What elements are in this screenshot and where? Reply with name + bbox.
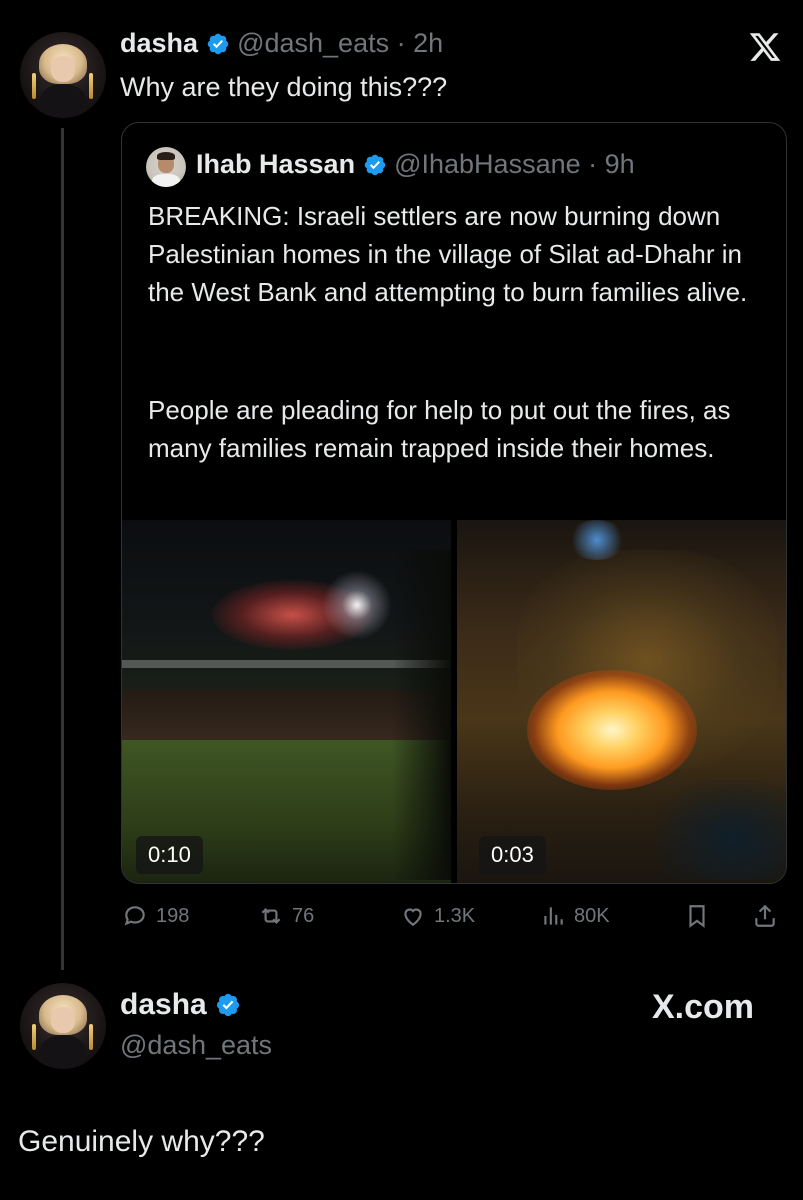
bookmark-icon — [689, 905, 705, 928]
video-duration-1: 0:10 — [136, 836, 203, 874]
reply-display-name[interactable]: dasha — [120, 988, 207, 1021]
repost-count: 76 — [292, 904, 315, 927]
avatar-dasha-reply[interactable] — [20, 983, 106, 1069]
video-duration-2: 0:03 — [479, 836, 546, 874]
video-thumbnail-1[interactable]: 0:10 — [122, 520, 451, 883]
reply-handle[interactable]: @dash_eats — [120, 1030, 272, 1061]
reply-name-row: dasha — [120, 988, 241, 1022]
like-count: 1.3K — [434, 904, 476, 927]
reply-icon — [124, 906, 145, 926]
video-thumbnail-2[interactable]: 0:03 — [457, 520, 786, 883]
share-button[interactable] — [752, 903, 778, 929]
quoted-post-card[interactable]: Ihab Hassan @IhabHassane · 9h BREAKING: … — [121, 122, 787, 884]
verified-badge-icon — [207, 33, 228, 55]
verified-badge-icon — [364, 154, 385, 176]
like-button[interactable]: 1.3K — [400, 903, 475, 929]
view-count: 80K — [574, 904, 610, 927]
quoted-post-header: Ihab Hassan @IhabHassane · 9h — [196, 149, 635, 180]
reply-count: 198 — [156, 904, 190, 927]
thread-line — [61, 128, 64, 970]
quoted-display-name[interactable]: Ihab Hassan — [196, 149, 355, 179]
quoted-post-text-paragraph-2: People are pleading for help to put out … — [148, 395, 731, 463]
x-logo-text: X.com — [652, 988, 755, 1026]
reply-text: Genuinely why??? — [18, 1125, 265, 1158]
quoted-timestamp[interactable]: · 9h — [588, 149, 635, 179]
analytics-icon — [544, 907, 563, 925]
views-button[interactable]: 80K — [540, 903, 610, 929]
verified-badge-icon — [216, 993, 240, 1017]
quoted-post-text-paragraph-1: BREAKING: Israeli settlers are now burni… — [148, 201, 748, 307]
timestamp[interactable]: · 2h — [397, 28, 444, 58]
bookmark-button[interactable] — [684, 903, 710, 929]
reply-button[interactable]: 198 — [122, 903, 189, 929]
avatar-ihab[interactable] — [146, 147, 186, 187]
share-icon — [755, 904, 775, 927]
avatar-dasha[interactable] — [20, 32, 106, 118]
quoted-handle[interactable]: @IhabHassane — [394, 149, 581, 179]
repost-button[interactable]: 76 — [258, 903, 314, 929]
repost-icon — [261, 907, 281, 925]
post-header: dasha @dash_eats · 2h — [120, 28, 443, 59]
x-com-brand: X.com — [652, 988, 754, 1027]
handle[interactable]: @dash_eats — [237, 28, 389, 58]
display-name[interactable]: dasha — [120, 28, 198, 58]
heart-icon — [404, 908, 422, 926]
x-logo-icon[interactable] — [748, 30, 782, 64]
video-divider — [451, 520, 457, 883]
post-text: Why are they doing this??? — [120, 72, 448, 102]
